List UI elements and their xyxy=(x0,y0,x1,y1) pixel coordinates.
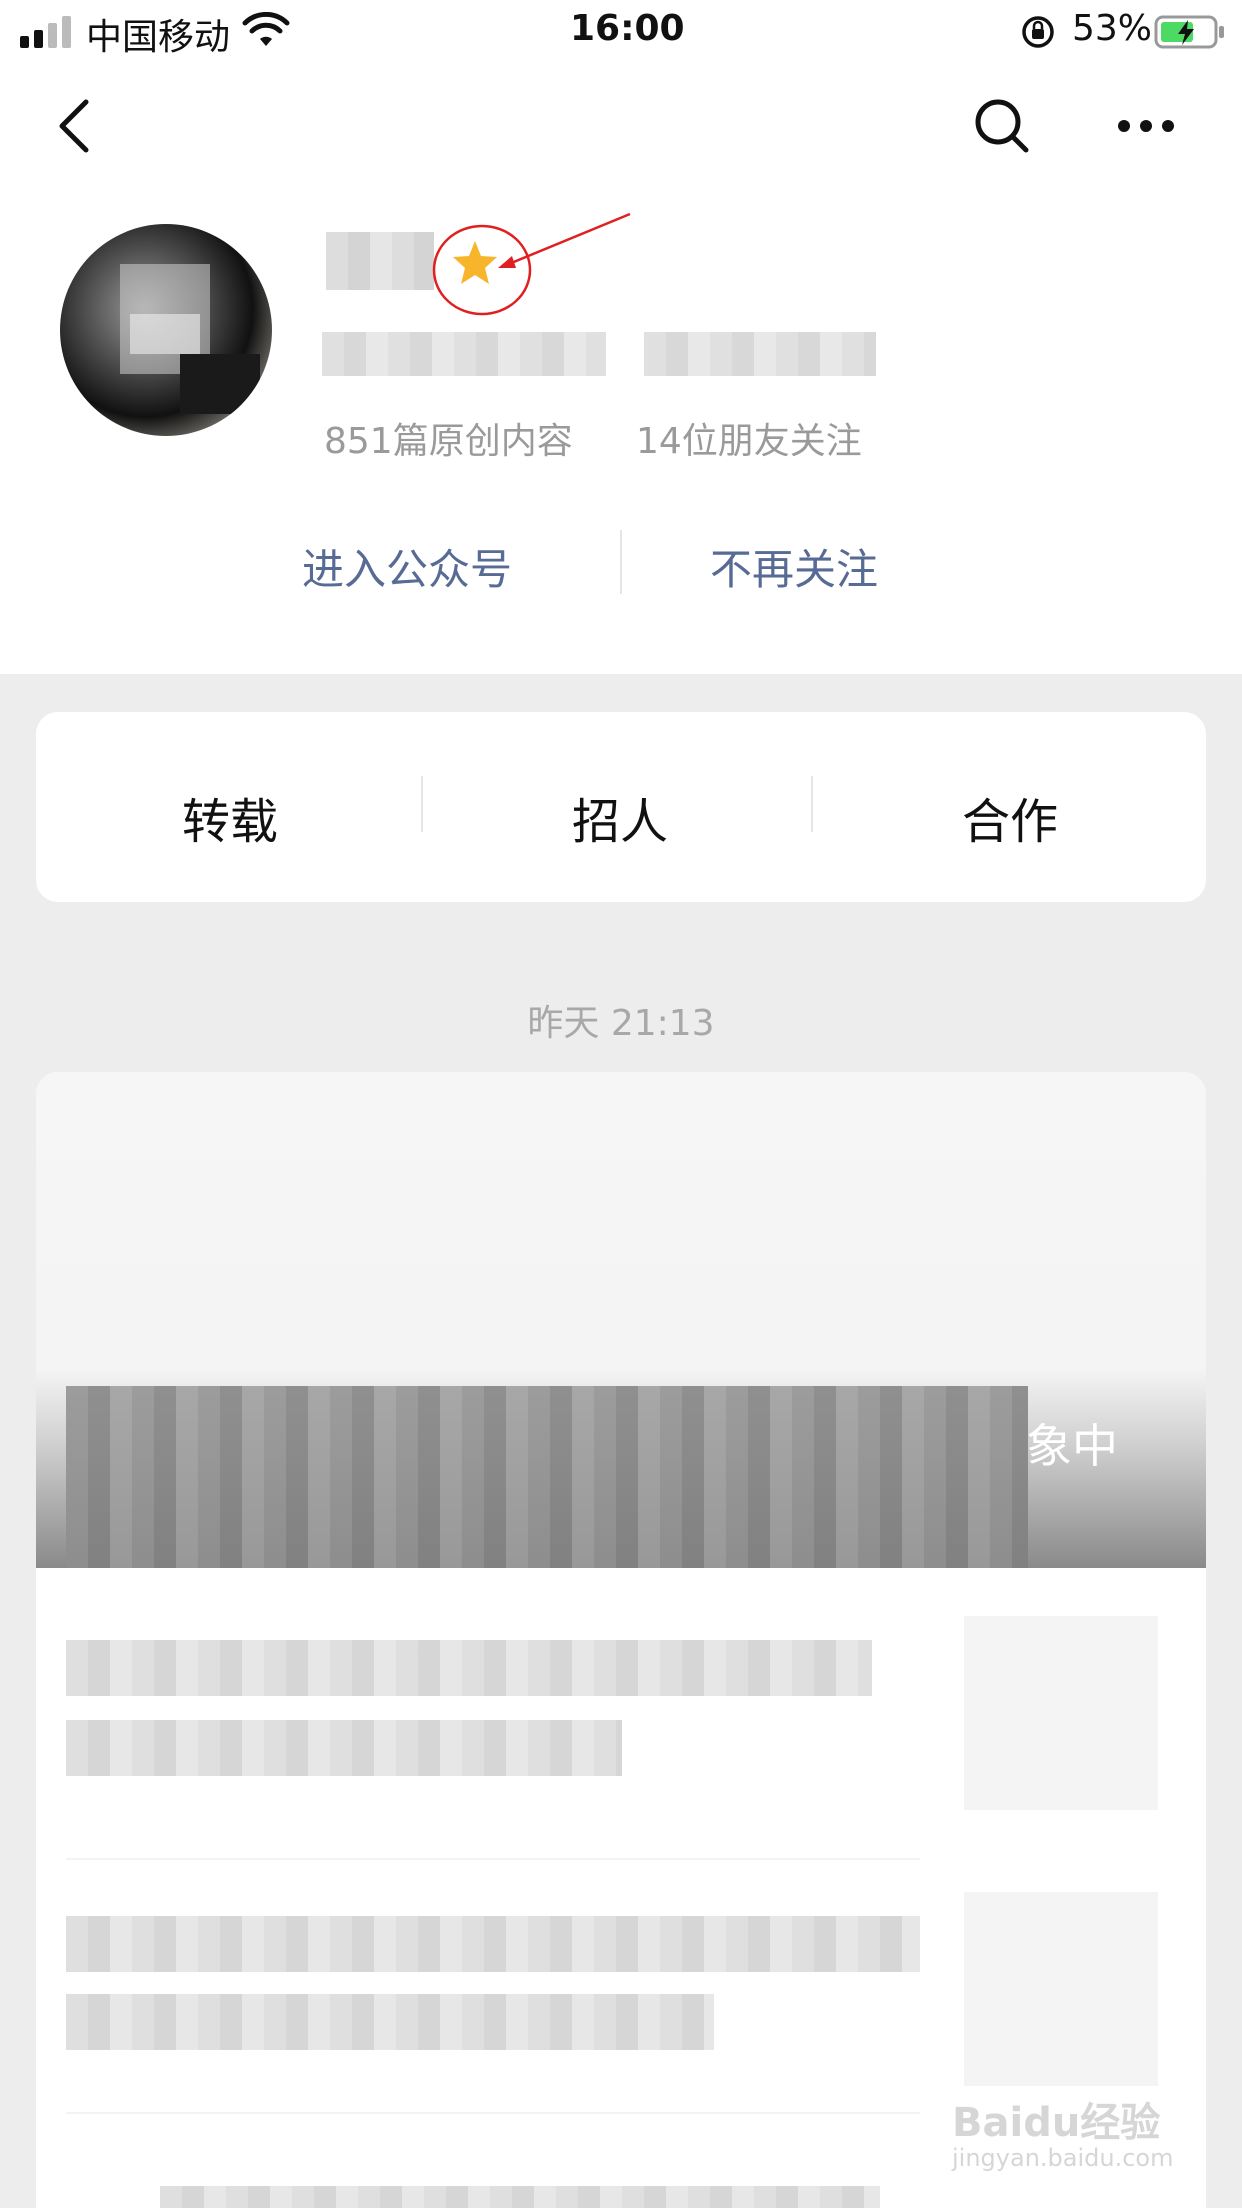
cover-title-blurred xyxy=(66,1386,1028,1568)
original-count: 851篇原创内容 xyxy=(324,421,573,462)
avatar[interactable] xyxy=(60,224,272,436)
search-icon[interactable] xyxy=(972,96,1032,156)
list-item-thumbnail[interactable] xyxy=(964,1892,1158,2086)
rotation-lock-icon xyxy=(1022,16,1054,48)
list-item-title-blurred[interactable] xyxy=(66,1916,920,1972)
friends-following: 14位朋友关注 xyxy=(636,421,862,462)
list-divider xyxy=(66,2112,920,2114)
wifi-icon xyxy=(242,12,290,46)
annotation-arrow-icon xyxy=(498,212,631,268)
menu-item-repost[interactable]: 转载 xyxy=(182,782,278,852)
list-item-title-blurred[interactable] xyxy=(66,1640,872,1696)
menu-divider xyxy=(811,776,813,832)
list-divider xyxy=(66,1858,920,1860)
list-item-title-blurred[interactable] xyxy=(66,1994,714,2050)
enter-account-button[interactable]: 进入公众号 xyxy=(302,536,512,597)
status-bar: 中国移动 16:00 53% xyxy=(0,0,1242,64)
battery-percent: 53% xyxy=(1072,8,1153,49)
list-item-title-blurred[interactable] xyxy=(66,1720,622,1776)
menu-item-cooperation[interactable]: 合作 xyxy=(962,782,1058,852)
unfollow-button[interactable]: 不再关注 xyxy=(710,536,878,597)
list-item-thumbnail[interactable] xyxy=(964,1616,1158,1810)
description-blurred-2 xyxy=(644,332,876,376)
more-icon[interactable] xyxy=(1116,112,1176,140)
list-item-title-blurred[interactable] xyxy=(160,2186,880,2208)
action-divider xyxy=(620,530,622,594)
carrier-name: 中国移动 xyxy=(86,17,231,58)
menu-divider xyxy=(421,776,423,832)
feed-timestamp: 昨天 21:13 xyxy=(527,1003,715,1044)
menu-item-recruit[interactable]: 招人 xyxy=(572,782,668,852)
watermark-logo: Baidu经验 xyxy=(952,2100,1161,2146)
back-arrow-icon[interactable] xyxy=(54,96,94,156)
account-name-blurred xyxy=(326,232,434,290)
cover-title-fragment: 象中 xyxy=(1026,1419,1118,1473)
description-blurred xyxy=(322,332,606,376)
signal-icon xyxy=(20,16,71,48)
battery-icon xyxy=(1154,15,1224,49)
watermark-url: jingyan.baidu.com xyxy=(952,2144,1174,2172)
clock: 16:00 xyxy=(570,8,685,49)
